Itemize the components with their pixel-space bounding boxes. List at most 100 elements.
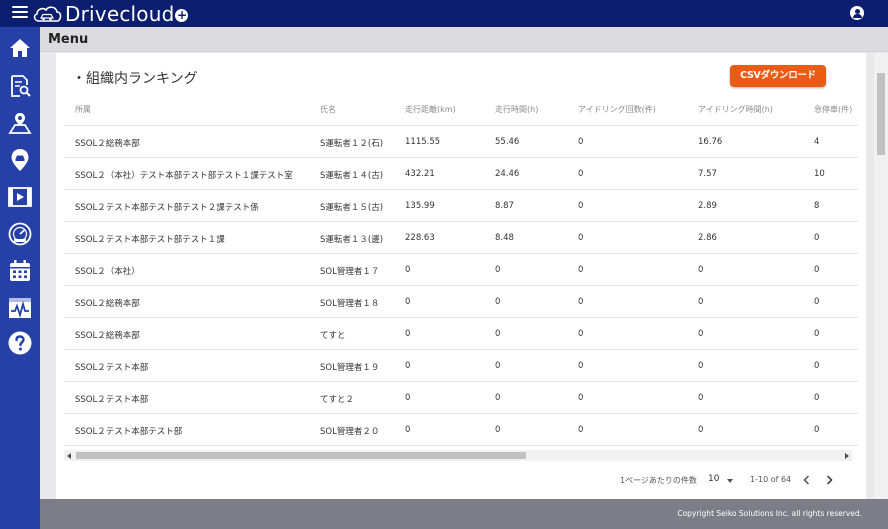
table-cell: SOL管理者２０ xyxy=(320,427,380,437)
sidebar-item-speed[interactable] xyxy=(6,220,34,248)
table-row[interactable]: SSOL２（本社） SOL管理者１７ 0 0 0 0 0 xyxy=(64,254,858,286)
table-cell: 0 xyxy=(814,361,820,371)
table-row[interactable]: SSOL２総務本部 SOL管理者１８ 0 0 0 0 0 xyxy=(64,286,858,318)
vertical-scroll-thumb[interactable] xyxy=(877,73,885,155)
rows-per-page-label: 1ページあたりの件数 xyxy=(620,476,697,485)
table-cell: 0 xyxy=(578,393,584,403)
table-cell: 8.48 xyxy=(495,233,514,243)
table-cell: SSOL２（本社） xyxy=(75,267,140,277)
sidebar-item-calendar[interactable] xyxy=(6,257,34,285)
column-header[interactable]: アイドリング時間(h) xyxy=(698,104,773,115)
table-cell: SSOL２総務本部 xyxy=(75,139,140,149)
ranking-card: ・組織内ランキング CSVダウンロード 所属 氏名 走行距離(km) 走行時間(… xyxy=(56,53,866,499)
table-cell: 0 xyxy=(578,425,584,435)
sidebar-item-route[interactable] xyxy=(6,109,34,137)
column-header[interactable]: 走行距離(km) xyxy=(405,104,456,115)
table-cell: 0 xyxy=(698,329,704,339)
table-cell: 0 xyxy=(495,425,501,435)
column-header[interactable]: 走行時間(h) xyxy=(495,104,538,115)
footer: Copyright Seiko Solutions Inc. all right… xyxy=(40,499,888,529)
sidebar-item-reports[interactable] xyxy=(6,72,34,100)
table-row[interactable]: SSOL２テスト本部テスト部テスト２課テスト係 S運転者１５(古) 135.99 8.… xyxy=(64,190,858,222)
table-cell: SOL管理者１９ xyxy=(320,363,380,373)
brand-plus-icon: + xyxy=(175,8,189,22)
table-cell: 0 xyxy=(698,393,704,403)
table-cell: S運転者１２(石) xyxy=(320,139,384,149)
table-cell: 0 xyxy=(495,297,501,307)
chevron-left-icon[interactable] xyxy=(800,473,814,487)
table-row[interactable]: SSOL２テスト本部 てすと２ 0 0 0 0 0 xyxy=(64,382,858,414)
horizontal-scroll-thumb[interactable] xyxy=(76,452,526,459)
table-cell: SSOL２テスト本部テスト部テスト２課テスト係 xyxy=(75,203,259,213)
table-cell: 0 xyxy=(578,361,584,371)
csv-download-button[interactable]: CSVダウンロード xyxy=(730,65,826,87)
column-header[interactable]: 所属 xyxy=(75,104,91,115)
table-cell: 0 xyxy=(698,297,704,307)
table-cell: 0 xyxy=(814,297,820,307)
table-row[interactable]: SSOL２総務本部 てすと 0 0 0 0 0 xyxy=(64,318,858,350)
sidebar-item-video[interactable] xyxy=(6,183,34,211)
section-title: ・組織内ランキング xyxy=(72,71,198,87)
speedometer-icon xyxy=(8,222,32,246)
table-cell: 0 xyxy=(405,265,411,275)
sidebar-item-activity[interactable] xyxy=(6,294,34,322)
table-cell: SSOL２総務本部 xyxy=(75,299,140,309)
column-header[interactable]: 氏名 xyxy=(320,104,336,115)
column-header[interactable]: アイドリング回数(件) xyxy=(578,104,656,115)
table-cell: 0 xyxy=(698,361,704,371)
table-cell: 0 xyxy=(578,233,584,243)
table-cell: 0 xyxy=(405,297,411,307)
app-logo[interactable]: Drivecloud + xyxy=(32,1,189,26)
table-cell: 4 xyxy=(814,137,820,147)
map-route-icon xyxy=(8,113,32,134)
table-cell: SSOL２テスト本部 xyxy=(75,395,149,405)
table-row[interactable]: SSOL２テスト本部テスト部テスト１課 S運転者１３(邊) 228.63 8.48 0 2… xyxy=(64,222,858,254)
table-cell: 0 xyxy=(814,425,820,435)
table-cell: 1115.55 xyxy=(405,137,441,147)
table-cell: 0 xyxy=(578,201,584,211)
table-cell: 0 xyxy=(814,393,820,403)
table-cell: 135.99 xyxy=(405,201,435,211)
report-search-icon xyxy=(11,75,31,97)
table-row[interactable]: SSOL２テスト本部 SOL管理者１９ 0 0 0 0 0 xyxy=(64,350,858,382)
table-cell: てすと２ xyxy=(320,395,355,405)
help-icon xyxy=(8,331,32,355)
brand-name: Drivecloud xyxy=(65,1,175,26)
table-cell: 0 xyxy=(495,393,501,403)
table-cell: 0 xyxy=(578,297,584,307)
chevron-right-icon[interactable] xyxy=(822,473,836,487)
table-cell: 0 xyxy=(495,265,501,275)
caret-down-icon[interactable] xyxy=(727,479,733,483)
horizontal-scrollbar[interactable] xyxy=(64,450,852,461)
scroll-left-arrow-icon[interactable] xyxy=(67,453,71,459)
video-icon xyxy=(8,187,32,207)
page-range: 1-10 of 64 xyxy=(750,475,792,484)
table-cell: 0 xyxy=(578,329,584,339)
table-header: 所属 氏名 走行距離(km) 走行時間(h) アイドリング回数(件) アイドリン… xyxy=(64,93,858,126)
cloud-car-icon xyxy=(33,5,62,22)
table-cell: 2.86 xyxy=(698,233,717,243)
table-cell: SSOL２（本社）テスト本部テスト部テスト１課テスト室 xyxy=(75,171,293,181)
table-row[interactable]: SSOL２テスト本部テスト部 SOL管理者２０ 0 0 0 0 0 xyxy=(64,414,858,446)
account-icon[interactable] xyxy=(850,6,864,20)
column-header[interactable]: 急停車(件) xyxy=(814,104,852,115)
table-cell: 0 xyxy=(698,265,704,275)
hamburger-menu-icon[interactable] xyxy=(12,6,28,20)
scroll-right-arrow-icon[interactable] xyxy=(845,453,849,459)
rows-per-page-select[interactable]: 10 xyxy=(708,474,719,484)
table-row[interactable]: SSOL２総務本部 S運転者１２(石) 1115.55 55.46 0 16.76 4 xyxy=(64,126,858,158)
sidebar-item-home[interactable] xyxy=(6,34,34,62)
table-cell: 8.87 xyxy=(495,201,514,211)
vertical-scrollbar[interactable] xyxy=(874,53,888,499)
ranking-table: 所属 氏名 走行距離(km) 走行時間(h) アイドリング回数(件) アイドリン… xyxy=(64,93,858,454)
sidebar-item-vehicle-location[interactable] xyxy=(6,146,34,174)
table-cell: 0 xyxy=(814,233,820,243)
table-cell: S運転者１５(古) xyxy=(320,203,384,213)
table-cell: SSOL２テスト本部 xyxy=(75,363,149,373)
table-cell: 228.63 xyxy=(405,233,435,243)
sidebar-item-help[interactable] xyxy=(6,329,34,357)
activity-chart-icon xyxy=(9,298,31,319)
table-row[interactable]: SSOL２（本社）テスト本部テスト部テスト１課テスト室 S運転者１４(古) 432.… xyxy=(64,158,858,190)
table-cell: 0 xyxy=(405,361,411,371)
table-cell: 7.57 xyxy=(698,169,717,179)
